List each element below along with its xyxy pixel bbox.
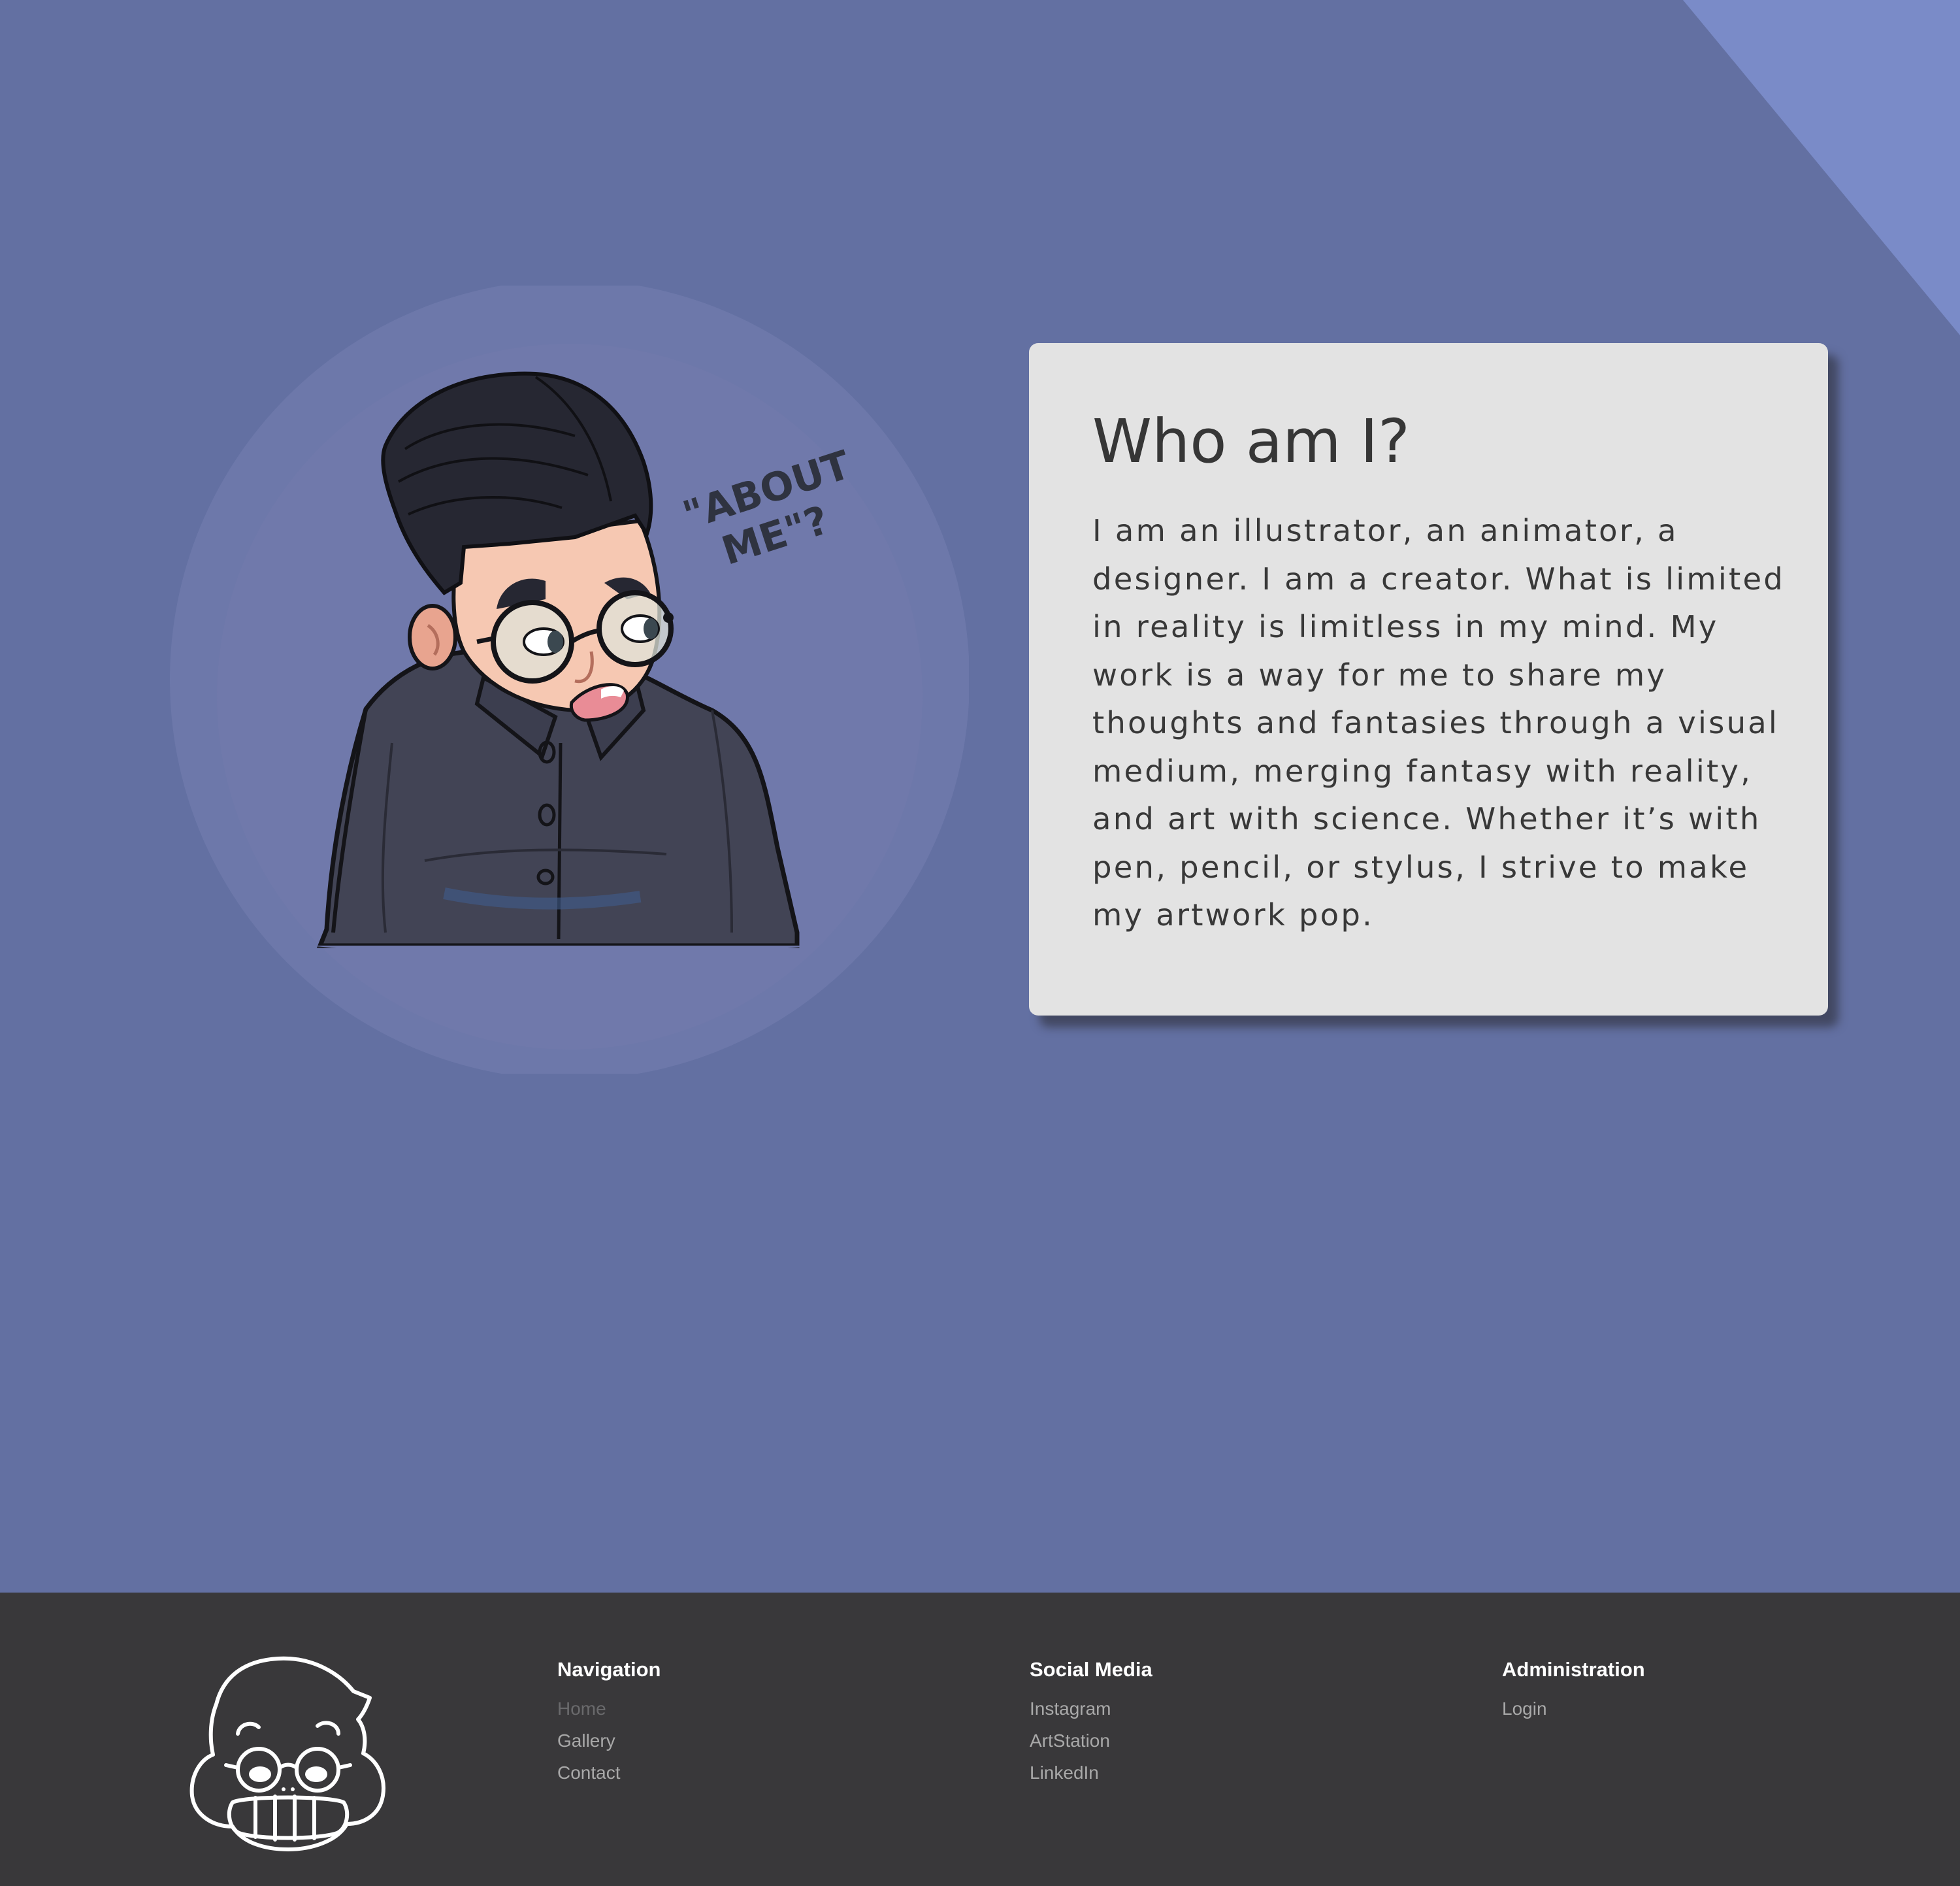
footer-link-linkedin[interactable]: LinkedIn (1030, 1757, 1152, 1789)
footer-social-column: Social Media Instagram ArtStation Linked… (1030, 1659, 1152, 1789)
footer-link-artstation[interactable]: ArtStation (1030, 1725, 1152, 1757)
footer-navigation-column: Navigation Home Gallery Contact (557, 1659, 661, 1789)
footer-link-instagram[interactable]: Instagram (1030, 1693, 1152, 1725)
about-description: I am an illustrator, an animator, a desi… (1092, 513, 1785, 933)
about-section: "ABOUT ME"? Who am I? I am an illustrato… (0, 0, 1960, 1593)
about-title: Who am I? (1092, 406, 1411, 476)
about-card: Who am I? I am an illustrator, an animat… (1029, 343, 1828, 1016)
footer-link-contact[interactable]: Contact (557, 1757, 661, 1789)
site-footer: Navigation Home Gallery Contact Social M… (0, 1593, 1960, 1886)
footer-admin-heading: Administration (1502, 1658, 1645, 1681)
cartoon-face-logo-icon[interactable] (187, 1655, 392, 1851)
footer-admin-column: Administration Login (1502, 1659, 1645, 1725)
footer-link-login[interactable]: Login (1502, 1693, 1645, 1725)
footer-social-heading: Social Media (1030, 1658, 1152, 1681)
footer-navigation-heading: Navigation (557, 1658, 661, 1681)
footer-link-gallery[interactable]: Gallery (557, 1725, 661, 1757)
footer-link-home[interactable]: Home (557, 1693, 661, 1725)
portrait-illustration: "ABOUT ME"? (170, 286, 969, 1074)
